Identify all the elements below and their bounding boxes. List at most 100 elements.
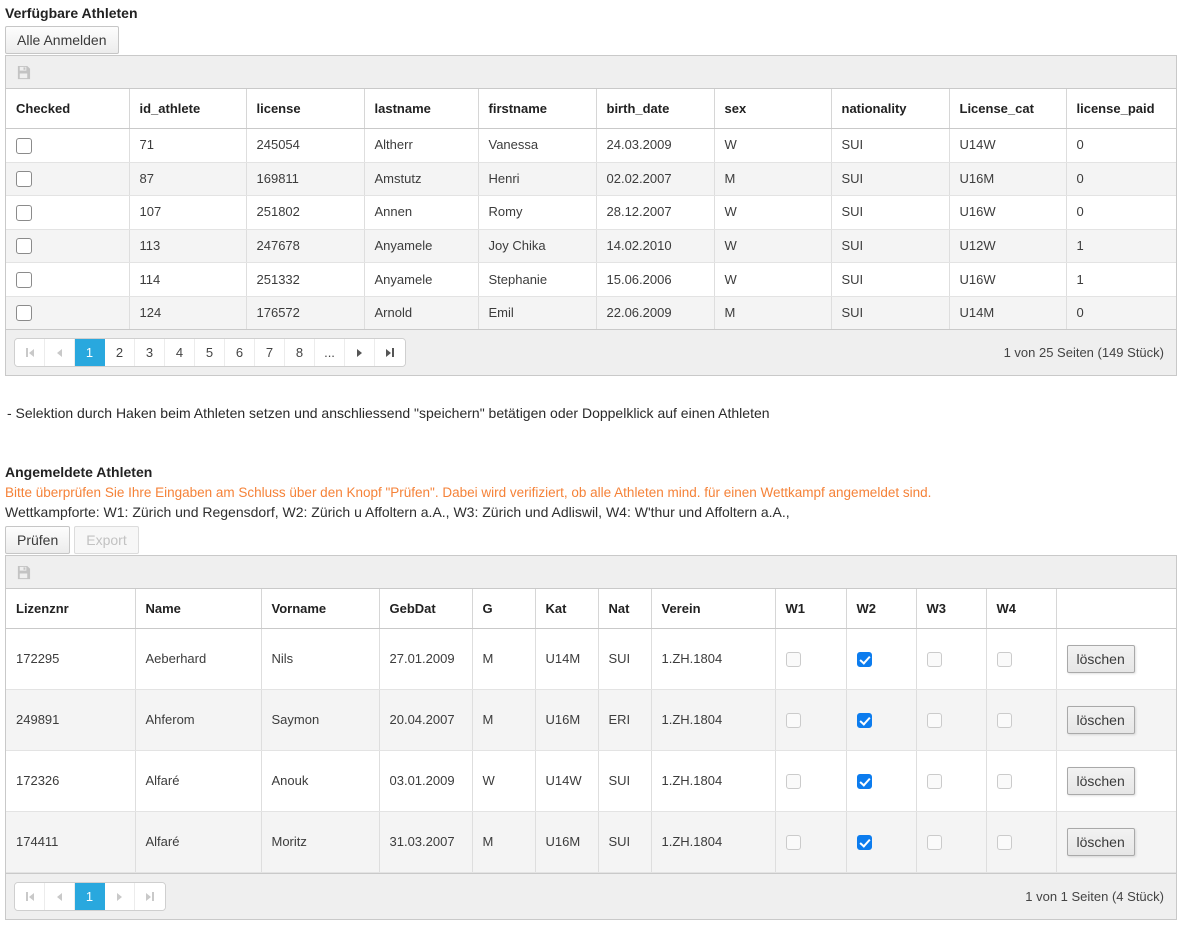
cell-lizenznr: 172295 bbox=[6, 629, 135, 690]
export-button[interactable]: Export bbox=[74, 526, 138, 554]
cell-w1 bbox=[775, 812, 846, 873]
w3-checkbox[interactable] bbox=[927, 652, 942, 667]
delete-button[interactable]: löschen bbox=[1067, 706, 1135, 734]
cell-firstname: Emil bbox=[478, 296, 596, 329]
w1-checkbox[interactable] bbox=[786, 652, 801, 667]
page-button-3[interactable]: 3 bbox=[135, 339, 165, 366]
column-header-checked: Checked bbox=[6, 89, 129, 129]
column-header-actions bbox=[1056, 589, 1176, 629]
cell-checked bbox=[6, 263, 129, 297]
seek-first-icon bbox=[26, 348, 34, 357]
next-page-button[interactable] bbox=[105, 883, 135, 910]
page-button-1[interactable]: 1 bbox=[75, 883, 105, 910]
chevron-left-icon bbox=[57, 893, 62, 901]
w1-checkbox[interactable] bbox=[786, 835, 801, 850]
cell-license: 245054 bbox=[246, 129, 364, 163]
w4-checkbox[interactable] bbox=[997, 774, 1012, 789]
page-button-8[interactable]: 8 bbox=[285, 339, 315, 366]
cell-birth-date: 15.06.2006 bbox=[596, 263, 714, 297]
available-athletes-grid: Checked id_athlete license lastname firs… bbox=[5, 55, 1177, 376]
column-header-verein: Verein bbox=[651, 589, 775, 629]
delete-button[interactable]: löschen bbox=[1067, 828, 1135, 856]
w2-checkbox[interactable] bbox=[857, 835, 872, 850]
row-select-checkbox[interactable] bbox=[16, 138, 32, 154]
prev-page-button[interactable] bbox=[45, 883, 75, 910]
page-button-5[interactable]: 5 bbox=[195, 339, 225, 366]
cell-license: 176572 bbox=[246, 296, 364, 329]
venues-text: Wettkampforte: W1: Zürich und Regensdorf… bbox=[5, 504, 1181, 520]
cell-license-cat: U16W bbox=[949, 263, 1066, 297]
w3-checkbox[interactable] bbox=[927, 713, 942, 728]
cell-lizenznr: 249891 bbox=[6, 690, 135, 751]
available-athletes-table: Checked id_athlete license lastname firs… bbox=[6, 89, 1176, 329]
w1-checkbox[interactable] bbox=[786, 713, 801, 728]
cell-lizenznr: 172326 bbox=[6, 751, 135, 812]
w1-checkbox[interactable] bbox=[786, 774, 801, 789]
cell-kat: U16M bbox=[535, 812, 598, 873]
next-page-button[interactable] bbox=[345, 339, 375, 366]
cell-firstname: Joy Chika bbox=[478, 229, 596, 263]
save-icon[interactable] bbox=[16, 65, 1166, 80]
first-page-button[interactable] bbox=[15, 883, 45, 910]
cell-vorname: Moritz bbox=[261, 812, 379, 873]
cell-g: M bbox=[472, 690, 535, 751]
chevron-right-icon bbox=[357, 349, 362, 357]
cell-birth-date: 14.02.2010 bbox=[596, 229, 714, 263]
column-header-w4: W4 bbox=[986, 589, 1056, 629]
row-select-checkbox[interactable] bbox=[16, 171, 32, 187]
cell-verein: 1.ZH.1804 bbox=[651, 812, 775, 873]
page-button-4[interactable]: 4 bbox=[165, 339, 195, 366]
page-button-2[interactable]: 2 bbox=[105, 339, 135, 366]
row-select-checkbox[interactable] bbox=[16, 238, 32, 254]
column-header-lastname: lastname bbox=[364, 89, 478, 129]
chevron-right-icon bbox=[117, 893, 122, 901]
cell-birth-date: 02.02.2007 bbox=[596, 162, 714, 196]
delete-button[interactable]: löschen bbox=[1067, 645, 1135, 673]
seek-last-icon bbox=[146, 892, 154, 901]
cell-w4 bbox=[986, 629, 1056, 690]
available-grid-toolbar bbox=[6, 56, 1176, 89]
table-row: 124 176572 Arnold Emil 22.06.2009 M SUI … bbox=[6, 296, 1176, 329]
delete-button[interactable]: löschen bbox=[1067, 767, 1135, 795]
w2-checkbox[interactable] bbox=[857, 774, 872, 789]
w4-checkbox[interactable] bbox=[997, 652, 1012, 667]
w2-checkbox[interactable] bbox=[857, 713, 872, 728]
save-icon[interactable] bbox=[16, 565, 1166, 580]
cell-name: Alfaré bbox=[135, 751, 261, 812]
table-row: 114 251332 Anyamele Stephanie 15.06.2006… bbox=[6, 263, 1176, 297]
table-row: 174411 Alfaré Moritz 31.03.2007 M U16M S… bbox=[6, 812, 1176, 873]
cell-license-cat: U14W bbox=[949, 129, 1066, 163]
cell-nat: SUI bbox=[598, 751, 651, 812]
first-page-button[interactable] bbox=[15, 339, 45, 366]
page-button-1[interactable]: 1 bbox=[75, 339, 105, 366]
last-page-button[interactable] bbox=[375, 339, 405, 366]
w4-checkbox[interactable] bbox=[997, 713, 1012, 728]
prev-page-button[interactable] bbox=[45, 339, 75, 366]
w4-checkbox[interactable] bbox=[997, 835, 1012, 850]
cell-gebdat: 20.04.2007 bbox=[379, 690, 472, 751]
last-page-button[interactable] bbox=[135, 883, 165, 910]
w3-checkbox[interactable] bbox=[927, 835, 942, 850]
cell-name: Ahferom bbox=[135, 690, 261, 751]
table-row: 172326 Alfaré Anouk 03.01.2009 W U14W SU… bbox=[6, 751, 1176, 812]
cell-license: 251332 bbox=[246, 263, 364, 297]
row-select-checkbox[interactable] bbox=[16, 272, 32, 288]
page-button-6[interactable]: 6 bbox=[225, 339, 255, 366]
cell-sex: M bbox=[714, 162, 831, 196]
cell-license-paid: 1 bbox=[1066, 229, 1176, 263]
w2-checkbox[interactable] bbox=[857, 652, 872, 667]
column-header-w2: W2 bbox=[846, 589, 916, 629]
page-button-7[interactable]: 7 bbox=[255, 339, 285, 366]
row-select-checkbox[interactable] bbox=[16, 305, 32, 321]
w3-checkbox[interactable] bbox=[927, 774, 942, 789]
cell-id-athlete: 107 bbox=[129, 196, 246, 230]
check-button[interactable]: Prüfen bbox=[5, 526, 70, 554]
pager-buttons: 1 bbox=[14, 882, 166, 911]
more-pages-button[interactable]: ... bbox=[315, 339, 345, 366]
column-header-nationality: nationality bbox=[831, 89, 949, 129]
cell-checked bbox=[6, 196, 129, 230]
cell-verein: 1.ZH.1804 bbox=[651, 690, 775, 751]
row-select-checkbox[interactable] bbox=[16, 205, 32, 221]
register-all-button[interactable]: Alle Anmelden bbox=[5, 26, 119, 54]
cell-w3 bbox=[916, 690, 986, 751]
